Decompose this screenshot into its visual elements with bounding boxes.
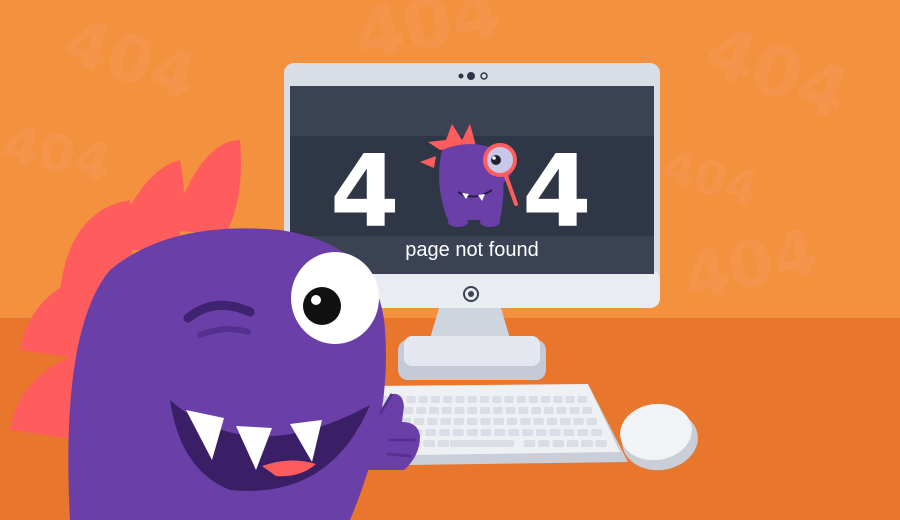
keyboard-key — [480, 429, 492, 436]
keyboard-key — [549, 429, 561, 436]
keyboard-key — [541, 396, 551, 403]
keyboard-key — [518, 407, 529, 414]
keyboard-key — [563, 429, 575, 436]
keyboard-key — [441, 407, 452, 414]
keyboard-key — [504, 396, 514, 403]
keyboard-key — [467, 396, 477, 403]
keyboard-key — [556, 407, 567, 414]
keyboard-key — [423, 440, 435, 447]
keyboard-key — [531, 407, 541, 414]
keyboard-key — [452, 429, 464, 436]
keyboard-key — [595, 440, 607, 447]
screen-digit-right: 4 — [522, 133, 592, 250]
keyboard-key — [453, 418, 465, 425]
keyboard-key — [538, 440, 550, 447]
screen-band-top — [290, 86, 654, 136]
keyboard-key — [455, 396, 465, 403]
keyboard-key — [403, 407, 414, 414]
keyboard-key — [480, 407, 490, 414]
keyboard-key — [418, 396, 428, 403]
keyboard-key — [492, 407, 503, 414]
keyboard-key — [577, 396, 587, 403]
keyboard-key — [506, 418, 518, 425]
keyboard-key — [416, 407, 427, 414]
keyboard-key — [543, 407, 554, 414]
keyboard-key — [440, 418, 451, 425]
keyboard-key — [553, 396, 563, 403]
keyboard-key — [494, 429, 506, 436]
keyboard-key — [505, 407, 516, 414]
page-not-found-message: page not found — [405, 239, 538, 261]
keyboard-key — [430, 396, 441, 403]
keyboard-key — [591, 429, 602, 436]
keyboard-key — [535, 429, 547, 436]
keyboard-key — [522, 429, 533, 436]
keyboard-key — [493, 418, 504, 425]
keyboard-key — [454, 407, 465, 414]
keyboard-key — [516, 396, 526, 403]
illustration-canvas: 404 404 404 404 404 404 4 4 page not fou… — [0, 0, 900, 520]
keyboard-key — [466, 429, 478, 436]
monitor-base-top — [404, 336, 540, 366]
keyboard-spacebar — [450, 440, 514, 447]
keyboard-key — [480, 418, 491, 425]
keyboard-key — [467, 407, 478, 414]
keyboard-key — [425, 429, 437, 436]
keyboard-key — [479, 396, 490, 403]
keyboard-key — [586, 418, 597, 425]
keyboard-key — [427, 418, 438, 425]
keyboard-key — [528, 396, 538, 403]
keyboard-key — [492, 396, 502, 403]
keyboard-key — [523, 440, 536, 447]
keyboard-key — [533, 418, 544, 425]
keyboard-key — [467, 418, 478, 425]
monster-open-eye — [291, 252, 379, 344]
keyboard-key — [552, 440, 564, 447]
keyboard-key — [582, 407, 592, 414]
keyboard-key — [573, 418, 584, 425]
keyboard-key — [437, 440, 450, 447]
keyboard-key — [429, 407, 439, 414]
keyboard-key — [413, 418, 425, 425]
keyboard-key — [508, 429, 519, 436]
keyboard-key — [565, 396, 575, 403]
keyboard-key — [577, 429, 589, 436]
keyboard-key — [439, 429, 450, 436]
keyboard-key — [569, 407, 580, 414]
keyboard-key — [443, 396, 453, 403]
screen-digit-left: 4 — [330, 133, 400, 250]
keyboard-key — [566, 440, 579, 447]
keyboard-key — [406, 396, 416, 403]
error-404-illustration: 404 404 404 404 404 404 4 4 page not fou… — [0, 0, 900, 520]
keyboard-key — [560, 418, 571, 425]
keyboard-key — [546, 418, 558, 425]
keyboard-key — [520, 418, 531, 425]
keyboard-key — [581, 440, 593, 447]
